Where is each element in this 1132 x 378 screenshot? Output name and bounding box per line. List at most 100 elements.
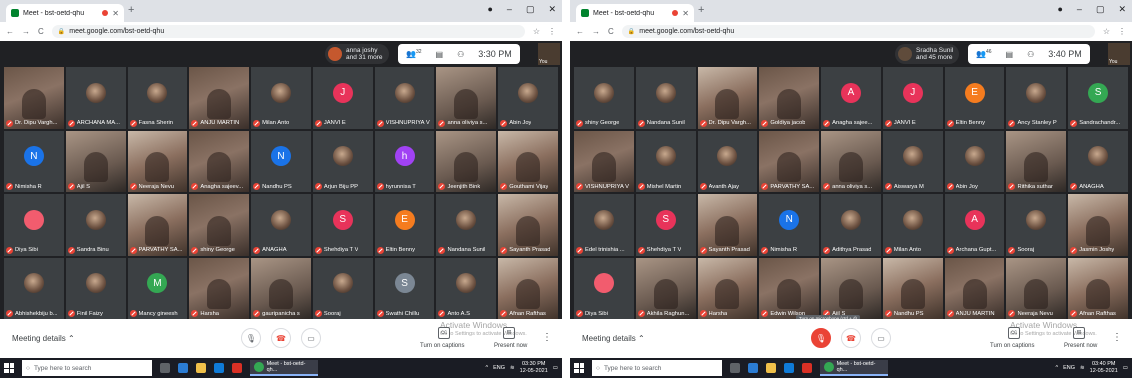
- acrobat-icon[interactable]: [232, 363, 242, 373]
- participant-tile[interactable]: ANAGHA: [251, 194, 311, 256]
- edge-icon[interactable]: [214, 363, 224, 373]
- participant-tile[interactable]: ANJU MARTIN: [189, 67, 250, 129]
- participant-tile[interactable]: shiny George: [574, 67, 634, 129]
- participant-tile[interactable]: Finil Faizy: [65, 257, 126, 319]
- tray-chevron-icon[interactable]: ^: [486, 365, 489, 371]
- participant-tile[interactable]: J JANVI E: [312, 67, 373, 129]
- participant-tile[interactable]: Ajil S: [821, 257, 881, 319]
- participant-tile[interactable]: Mishel Martin: [635, 130, 696, 192]
- participants-pill[interactable]: Sradha Sunil and 45 more: [895, 44, 960, 64]
- wifi-icon[interactable]: ≋: [1080, 365, 1085, 371]
- profile-icon[interactable]: ●: [1057, 4, 1062, 15]
- participant-tile[interactable]: h hyrunnisa T: [374, 130, 435, 192]
- minimize-icon[interactable]: –: [1077, 4, 1082, 15]
- participant-tile[interactable]: Anto A.S: [436, 257, 497, 319]
- file-explorer-icon[interactable]: [766, 363, 776, 373]
- task-view-icon[interactable]: [160, 363, 170, 373]
- participant-tile[interactable]: Jasmin Joshy: [1068, 194, 1128, 256]
- participant-tile[interactable]: anna oliviya s...: [436, 67, 497, 129]
- participant-tile[interactable]: anna oliviya s...: [821, 130, 881, 192]
- close-window-icon[interactable]: ✕: [1118, 4, 1126, 15]
- participant-tile[interactable]: Ajil S: [65, 130, 126, 192]
- participant-tile[interactable]: Jeenjith Bink: [436, 130, 497, 192]
- bookmark-star-icon[interactable]: ☆: [533, 27, 540, 36]
- participant-tile[interactable]: Dr. Dipu Vargh...: [697, 67, 758, 129]
- hang-up-button[interactable]: ☎: [271, 328, 291, 348]
- chat-icon[interactable]: ▤: [436, 50, 444, 59]
- participant-tile[interactable]: Avanth Ajay: [697, 130, 758, 192]
- browser-tab[interactable]: Meet - bst-oetd-qhu ✕: [6, 4, 124, 22]
- participant-tile[interactable]: E Eltin Benny: [944, 67, 1005, 129]
- participant-tile[interactable]: A Archana Gupt...: [944, 194, 1005, 256]
- participant-tile[interactable]: S Sandrachandr...: [1068, 67, 1128, 129]
- taskbar-chrome-app[interactable]: Meet - bst-oetd-qh...: [250, 360, 318, 376]
- participants-pill[interactable]: anna joshy and 31 more: [325, 44, 389, 64]
- notifications-icon[interactable]: ▭: [1123, 365, 1128, 371]
- participant-tile[interactable]: Afnan Rafthas: [498, 257, 558, 319]
- participant-tile[interactable]: Sooraj: [1006, 194, 1067, 256]
- participant-tile[interactable]: Milan Anto: [251, 67, 311, 129]
- participant-tile[interactable]: Edwin Wilson: [759, 257, 820, 319]
- people-icon[interactable]: 👥32: [406, 49, 422, 59]
- language-indicator[interactable]: ENG: [493, 365, 505, 371]
- wifi-icon[interactable]: ≋: [510, 365, 515, 371]
- participant-tile[interactable]: VISHNUPRIYA V: [574, 130, 634, 192]
- participant-tile[interactable]: J JANVI E: [882, 67, 943, 129]
- close-tab-icon[interactable]: ✕: [112, 9, 119, 18]
- participant-tile[interactable]: E Eltin Benny: [374, 194, 435, 256]
- reload-icon[interactable]: C: [608, 27, 614, 36]
- acrobat-icon[interactable]: [802, 363, 812, 373]
- reload-icon[interactable]: C: [38, 27, 44, 36]
- maximize-icon[interactable]: ▢: [1096, 4, 1105, 15]
- participant-tile[interactable]: Milan Anto: [882, 194, 943, 256]
- captions-label[interactable]: Turn on captions: [990, 343, 1034, 349]
- participant-tile[interactable]: Neeraja Nevu: [127, 130, 188, 192]
- participant-tile[interactable]: PARVATHY SA...: [127, 194, 188, 256]
- back-icon[interactable]: ←: [576, 27, 584, 36]
- participant-tile[interactable]: S Shehdiya T V: [635, 194, 696, 256]
- participant-tile[interactable]: Adithya Prasad: [821, 194, 881, 256]
- participant-tile[interactable]: ANJU MARTIN: [944, 257, 1005, 319]
- menu-dots-icon[interactable]: ⋮: [548, 27, 556, 36]
- participant-tile[interactable]: Rithika suthar: [1006, 130, 1067, 192]
- participant-tile[interactable]: S Shehdiya T V: [312, 194, 373, 256]
- chat-icon[interactable]: ▤: [1006, 50, 1014, 59]
- participant-tile[interactable]: Sooraj: [312, 257, 373, 319]
- participant-tile[interactable]: VISHNUPRIYA V: [374, 67, 435, 129]
- store-icon[interactable]: [178, 363, 188, 373]
- menu-dots-icon[interactable]: ⋮: [1118, 27, 1126, 36]
- windows-start-icon[interactable]: [4, 363, 14, 373]
- minimize-icon[interactable]: –: [507, 4, 512, 15]
- participant-tile[interactable]: M Mancy gineesh: [127, 257, 188, 319]
- people-icon[interactable]: 👥46: [976, 49, 992, 59]
- participant-tile[interactable]: Arjun Biju PP: [312, 130, 373, 192]
- participant-tile[interactable]: Harsha: [189, 257, 250, 319]
- participant-tile[interactable]: ARCHANA MA...: [65, 67, 126, 129]
- participant-tile[interactable]: PARVATHY SA...: [759, 130, 820, 192]
- participant-tile[interactable]: Sayanth Prasad: [697, 194, 758, 256]
- maximize-icon[interactable]: ▢: [526, 4, 535, 15]
- microphone-button[interactable]: 🎙: [241, 328, 261, 348]
- close-tab-icon[interactable]: ✕: [682, 9, 689, 18]
- more-options-icon[interactable]: ⋮: [542, 332, 552, 343]
- notifications-icon[interactable]: ▭: [553, 365, 558, 371]
- camera-button[interactable]: ▭: [871, 328, 891, 348]
- participant-tile[interactable]: Abin Joy: [498, 67, 558, 129]
- store-icon[interactable]: [748, 363, 758, 373]
- bookmark-star-icon[interactable]: ☆: [1103, 27, 1110, 36]
- taskbar-search[interactable]: ○ Type here to search: [22, 360, 152, 376]
- captions-label[interactable]: Turn on captions: [420, 343, 464, 349]
- activities-icon[interactable]: ⚇: [1027, 50, 1034, 59]
- close-window-icon[interactable]: ✕: [548, 4, 556, 15]
- participant-tile[interactable]: Anagha sajeev...: [189, 130, 250, 192]
- forward-icon[interactable]: →: [592, 27, 600, 36]
- participant-tile[interactable]: Diya Sibi: [574, 257, 634, 319]
- camera-button[interactable]: ▭: [301, 328, 321, 348]
- participant-tile[interactable]: shiny George: [189, 194, 250, 256]
- more-options-icon[interactable]: ⋮: [1112, 332, 1122, 343]
- activities-icon[interactable]: ⚇: [457, 50, 464, 59]
- participant-tile[interactable]: A Anagha sajee...: [821, 67, 881, 129]
- participant-tile[interactable]: Abin Joy: [944, 130, 1005, 192]
- meeting-details-button[interactable]: Meeting details ⌃: [582, 334, 645, 343]
- forward-icon[interactable]: →: [22, 27, 30, 36]
